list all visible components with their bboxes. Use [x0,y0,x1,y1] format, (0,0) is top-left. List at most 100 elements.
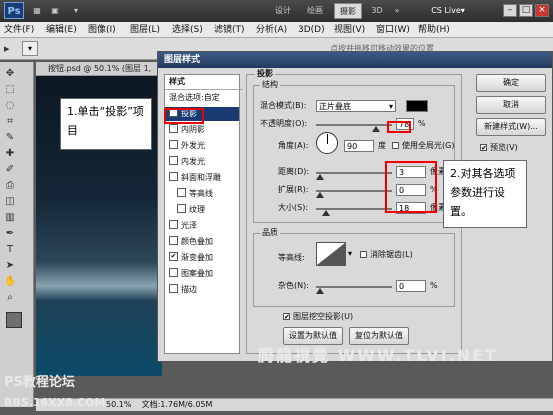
document-tab[interactable]: 按钮.psd @ 50.1% (图层 1, [36,62,162,76]
zoom-tool-icon[interactable]: ⌕ [4,292,16,304]
preview-checkbox[interactable]: ✔ [480,144,487,152]
workspace-3d-button[interactable]: 3D [368,3,386,19]
checkbox-gradient-overlay[interactable]: ✔ [169,252,178,261]
noise-slider-knob[interactable] [316,288,324,294]
marquee-tool-icon[interactable]: ⬚ [4,84,16,96]
bridge-icon[interactable]: ▦ [30,3,44,19]
menu-analysis[interactable]: 分析(A) [256,23,287,37]
style-item-pattern-overlay[interactable]: 图案叠加 [165,267,239,281]
dialog-title: 图层样式 [158,52,552,68]
blend-mode-select[interactable]: 正片叠底 ▾ [316,100,396,112]
pen-tool-icon[interactable]: ✒ [4,228,16,240]
type-tool-icon[interactable]: T [4,244,16,256]
style-item-texture[interactable]: 纹理 [165,203,247,217]
antialias-checkbox[interactable] [360,251,367,258]
opacity-unit: % [418,119,426,128]
highlight-drop-shadow [164,108,204,124]
brush-tool-icon[interactable]: ✐ [4,164,16,176]
size-slider-knob[interactable] [322,210,330,216]
eyedropper-tool-icon[interactable]: ✎ [4,132,16,144]
style-item-gradient-overlay[interactable]: ✔ 渐变叠加 [165,251,239,265]
checkbox-texture[interactable] [177,204,186,213]
lasso-tool-icon[interactable]: ◌ [4,100,16,112]
hand-tool-icon[interactable]: ✋ [4,276,16,288]
minimize-icon[interactable]: – [503,4,517,17]
contour-chevron-down-icon[interactable]: ▾ [348,248,356,260]
spread-slider[interactable] [316,190,392,192]
zoom-level-icon[interactable]: ▾ [66,3,86,19]
move-tool-icon[interactable]: ▸ [4,41,18,56]
noise-slider[interactable] [316,286,392,288]
shadow-color-swatch[interactable] [406,100,428,112]
checkbox-outer-glow[interactable] [169,140,178,149]
eraser-tool-icon[interactable]: ◫ [4,196,16,208]
path-selection-tool-icon[interactable]: ➤ [4,260,16,272]
quality-group: 品质 等高线: ▾ 消除锯齿(L) 杂色(N): 0 % [253,227,455,307]
workspace-painting-button[interactable]: 绘画 [302,3,328,19]
checkbox-inner-shadow[interactable] [169,124,178,133]
cancel-button[interactable]: 取消 [476,96,546,114]
gradient-tool-icon[interactable]: ▥ [4,212,16,224]
menu-view[interactable]: 视图(V) [334,23,365,37]
menu-filter[interactable]: 滤镜(T) [214,23,245,37]
menu-layer[interactable]: 图层(L) [130,23,160,37]
ok-button[interactable]: 确定 [476,74,546,92]
new-style-button[interactable]: 新建样式(W)... [476,118,546,136]
crop-tool-icon[interactable]: ⌗ [4,116,16,128]
styles-header[interactable]: 样式 [165,75,243,90]
watermark-bbs-url: BBS.16XX8.COM [4,396,106,409]
healing-brush-tool-icon[interactable]: ✚ [4,148,16,160]
style-item-bevel-emboss[interactable]: 斜面和浮雕 [165,171,239,185]
clone-stamp-tool-icon[interactable]: ⎙ [4,180,16,192]
menu-image[interactable]: 图像(I) [88,23,116,37]
move-tool-icon[interactable]: ✥ [4,68,16,80]
style-item-inner-shadow[interactable]: 内阴影 [165,123,239,137]
noise-input[interactable]: 0 [396,280,426,292]
checkbox-stroke[interactable] [169,284,178,293]
checkbox-contour[interactable] [177,188,186,197]
opacity-slider-knob[interactable] [372,126,380,132]
distance-slider-knob[interactable] [316,174,324,180]
angle-input[interactable]: 90 [344,140,374,152]
style-item-blending-options[interactable]: 混合选项:自定 [165,91,243,105]
structure-title: 结构 [260,79,280,91]
checkbox-color-overlay[interactable] [169,236,178,245]
style-item-label: 斜面和浮雕 [181,173,221,182]
angle-dial-icon[interactable] [316,132,338,154]
foreground-color-swatch[interactable] [6,312,22,328]
menu-help[interactable]: 帮助(H) [418,23,450,37]
style-item-inner-glow[interactable]: 内发光 [165,155,239,169]
global-light-checkbox[interactable] [392,142,399,149]
mini-bridge-icon[interactable]: ▣ [48,3,62,19]
close-icon[interactable]: × [535,4,549,17]
checkbox-bevel-emboss[interactable] [169,172,178,181]
distance-slider[interactable] [316,172,392,174]
cs-live-button[interactable]: CS Live▾ [420,3,476,19]
menu-select[interactable]: 选择(S) [172,23,203,37]
checkbox-pattern-overlay[interactable] [169,268,178,277]
menu-3d[interactable]: 3D(D) [298,23,325,37]
menu-file[interactable]: 文件(F) [4,23,34,37]
style-item-outer-glow[interactable]: 外发光 [165,139,239,153]
menu-edit[interactable]: 编辑(E) [46,23,77,37]
contour-picker[interactable] [316,242,346,266]
style-item-color-overlay[interactable]: 颜色叠加 [165,235,239,249]
workspace-more-button[interactable]: » [390,3,404,19]
menu-window[interactable]: 窗口(W) [376,23,410,37]
style-item-stroke[interactable]: 描边 [165,283,239,297]
spread-slider-knob[interactable] [316,192,324,198]
style-item-label: 等高线 [189,189,213,198]
blend-mode-value: 正片叠底 [319,102,351,111]
knockout-checkbox[interactable]: ✔ [283,313,290,321]
watermark-ps-bbs: PS教程论坛 [4,375,75,390]
style-item-satin[interactable]: 光泽 [165,219,239,233]
workspace-photography-button[interactable]: 摄影 [334,3,362,19]
opacity-slider[interactable] [316,124,392,126]
style-item-contour[interactable]: 等高线 [165,187,247,201]
maximize-icon[interactable]: □ [519,4,533,17]
tool-preset-picker-icon[interactable]: ▾ [22,41,38,56]
checkbox-inner-glow[interactable] [169,156,178,165]
workspace-design-button[interactable]: 设计 [270,3,296,19]
style-item-label: 内发光 [181,157,205,166]
checkbox-satin[interactable] [169,220,178,229]
